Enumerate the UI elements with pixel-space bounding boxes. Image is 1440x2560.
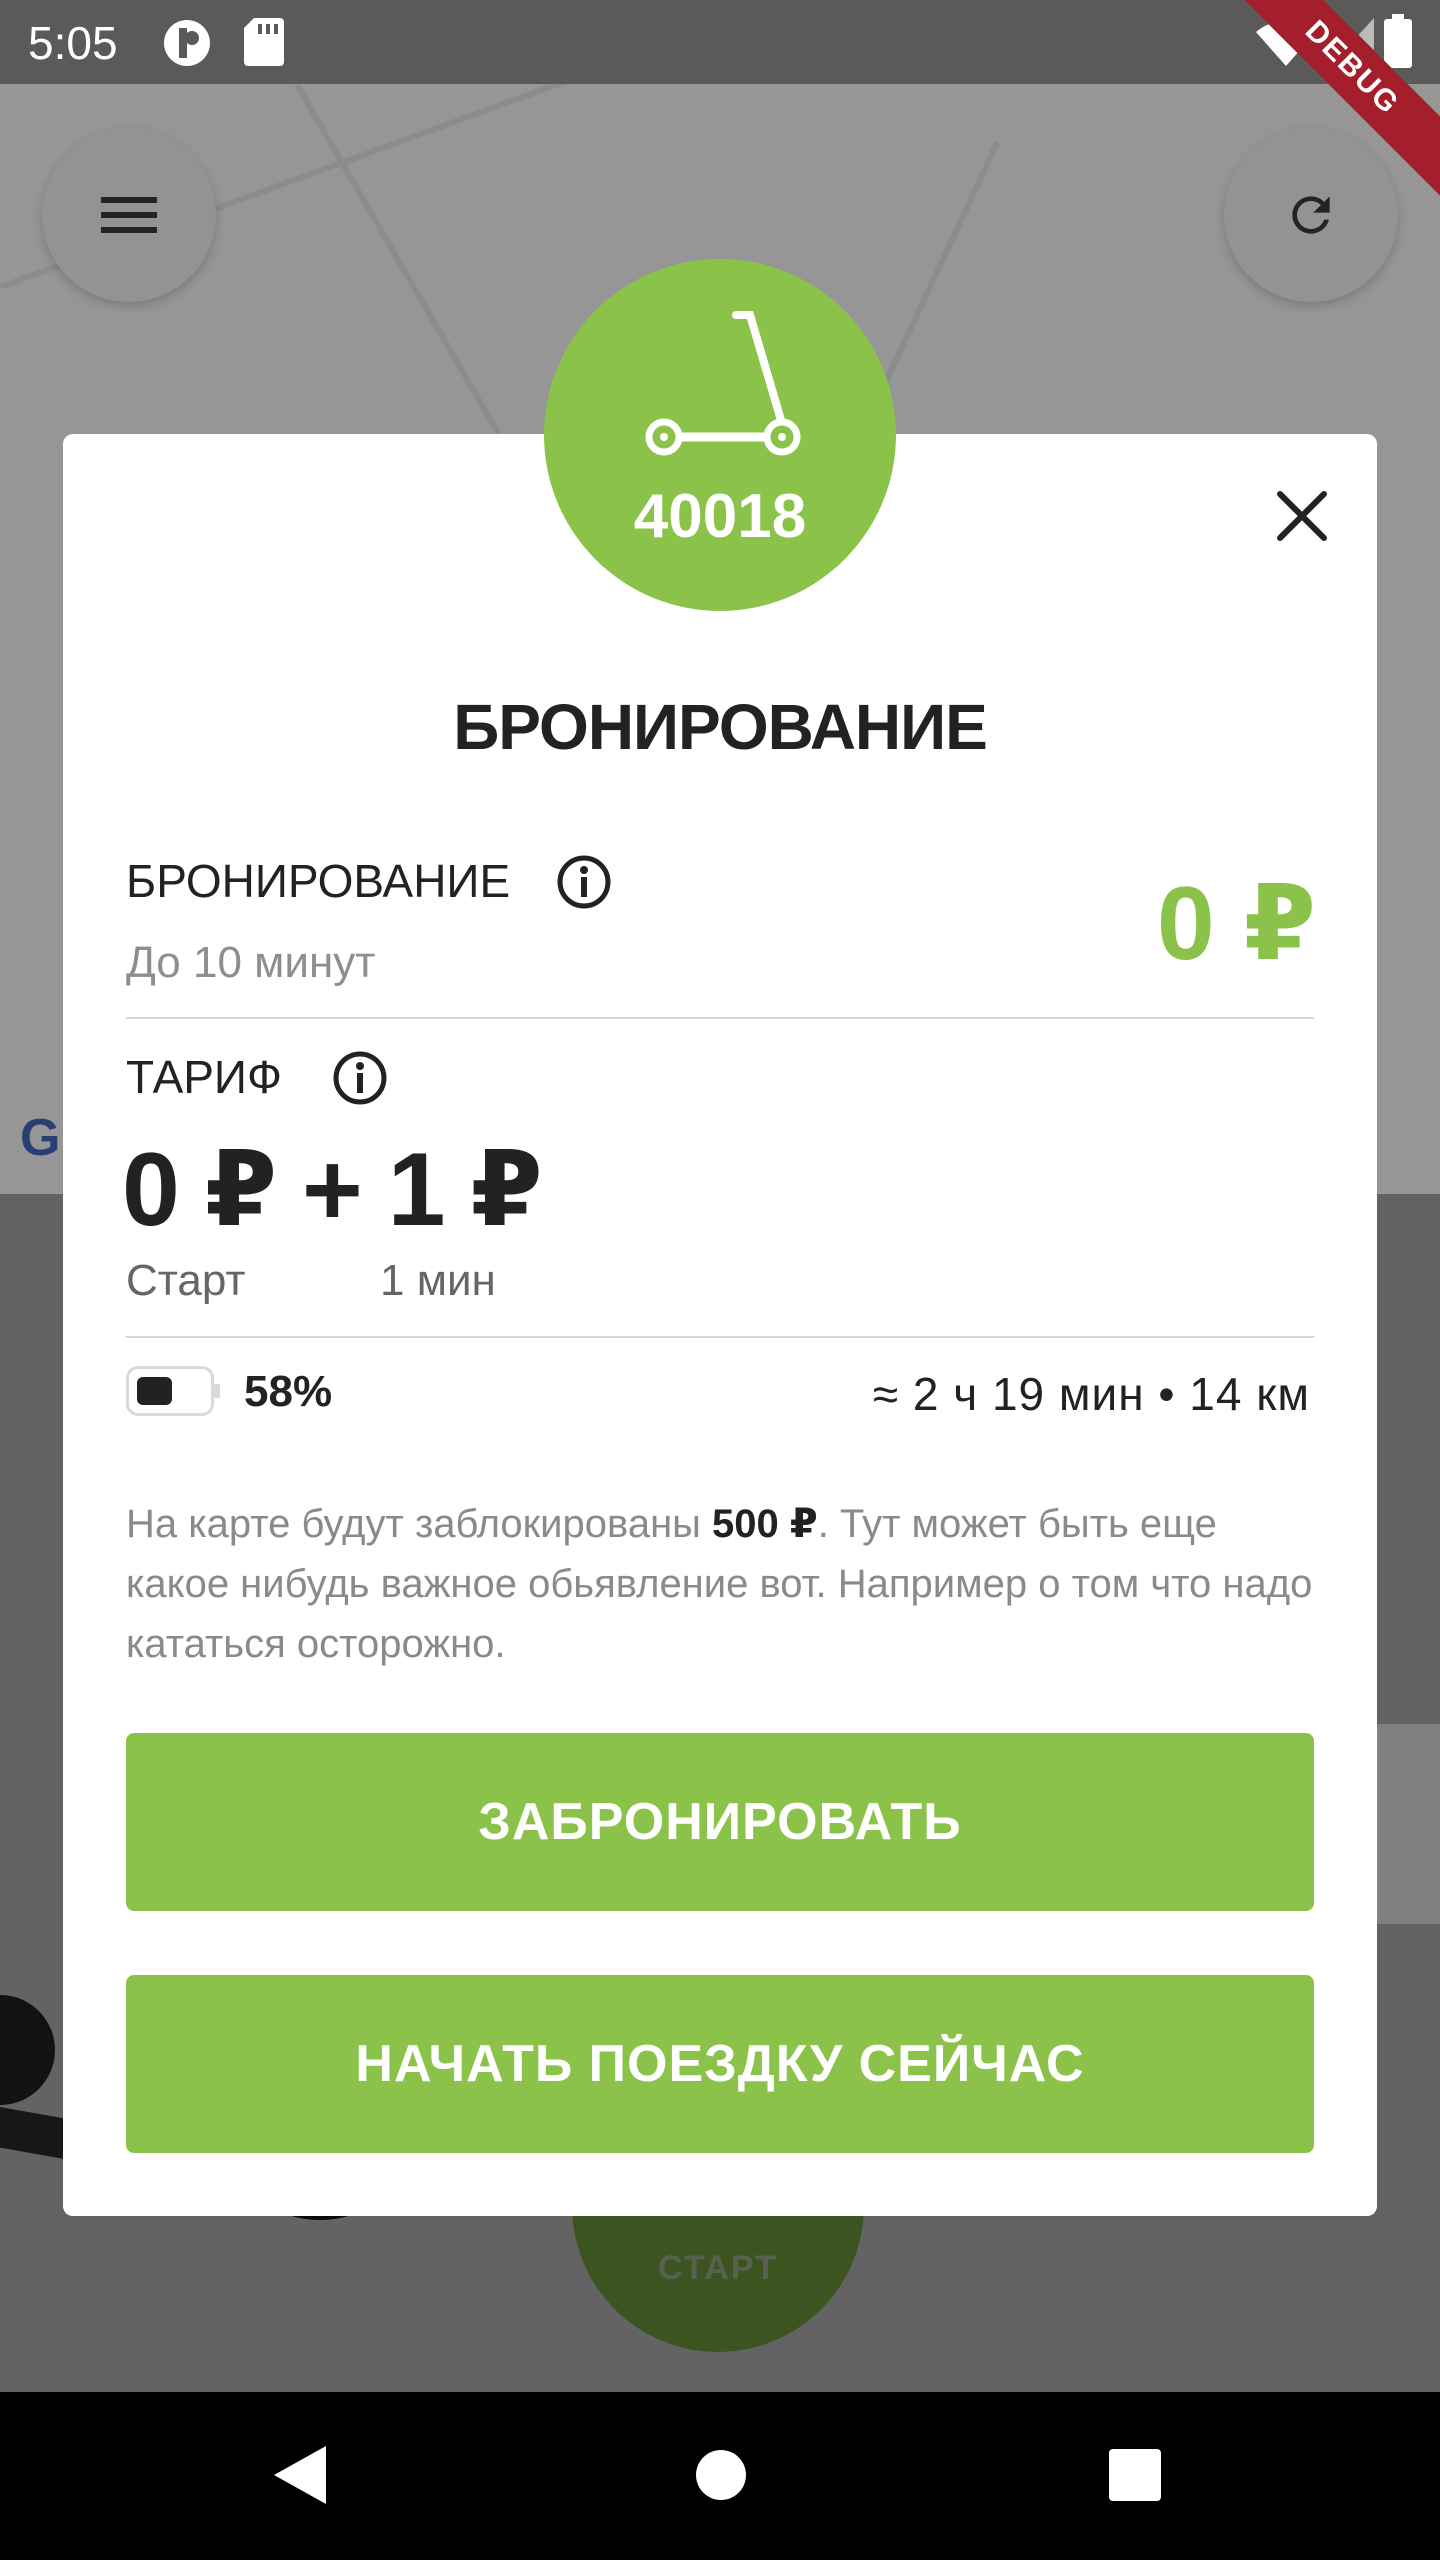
notice-amount: 500 ₽	[712, 1502, 818, 1546]
app-notification-icon	[164, 20, 210, 66]
booking-price: 0 ₽	[1156, 866, 1316, 982]
range-estimate: ≈ 2 ч 19 мин • 14 км	[872, 1368, 1310, 1420]
tariff-info-icon[interactable]	[332, 1050, 388, 1106]
book-button[interactable]: ЗАБРОНИРОВАТЬ	[126, 1733, 1314, 1911]
battery-cap	[214, 1384, 220, 1398]
close-button[interactable]	[1266, 480, 1338, 552]
tariff-per-label: 1 мин	[380, 1256, 496, 1305]
booking-info-icon[interactable]	[556, 854, 612, 910]
dialog-title: БРОНИРОВАНИЕ	[453, 691, 988, 763]
scooter-number: 40018	[633, 482, 807, 551]
sd-card-icon	[244, 18, 284, 66]
recents-icon[interactable]	[1108, 2448, 1162, 2502]
scooter-icon	[645, 311, 801, 456]
divider	[126, 1017, 1314, 1019]
tariff-label: ТАРИФ	[126, 1051, 282, 1103]
status-bar: 5:05 DEBUG	[0, 0, 1440, 216]
booking-duration: До 10 минут	[126, 938, 376, 987]
close-icon	[1277, 491, 1327, 541]
notice-before: На карте будут заблокированы	[126, 1502, 713, 1546]
back-icon[interactable]	[270, 2442, 330, 2508]
battery-percent: 58%	[244, 1367, 333, 1416]
battery-level-fill	[137, 1377, 172, 1405]
battery-status-icon	[1384, 14, 1412, 68]
battery-indicator	[126, 1366, 214, 1416]
notice-text: На карте будут заблокированы 500 ₽. Тут …	[126, 1494, 1316, 1674]
navigation-bar	[0, 2392, 1440, 2560]
status-time: 5:05	[28, 17, 118, 69]
tariff-start-label: Старт	[126, 1256, 246, 1305]
start-ride-button[interactable]: НАЧАТЬ ПОЕЗДКУ СЕЙЧАС	[126, 1975, 1314, 2153]
tariff-value: 0 ₽ + 1 ₽	[122, 1132, 543, 1248]
booking-label: БРОНИРОВАНИЕ	[126, 855, 511, 907]
scooter-badge: 40018	[544, 259, 896, 611]
divider	[126, 1336, 1314, 1338]
home-icon[interactable]	[694, 2448, 748, 2502]
